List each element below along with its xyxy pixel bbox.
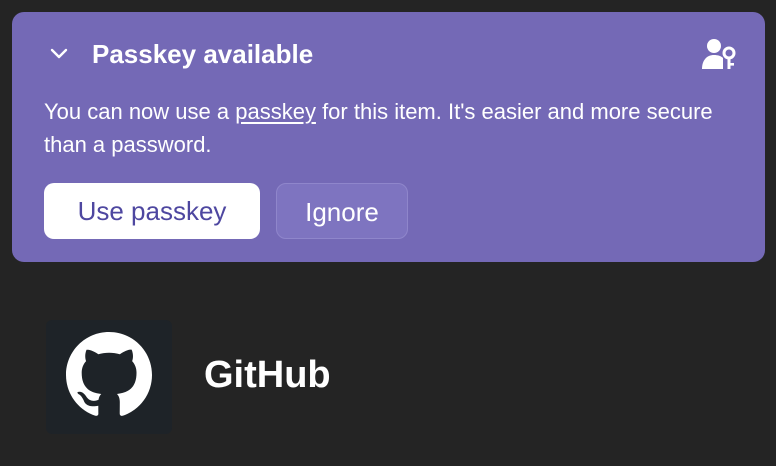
chevron-down-icon[interactable]: [48, 45, 70, 63]
use-passkey-button[interactable]: Use passkey: [44, 183, 260, 239]
app-logo-tile: [46, 320, 172, 434]
passkey-link[interactable]: passkey: [235, 99, 316, 124]
banner-message: You can now use a passkey for this item.…: [44, 95, 744, 161]
item-name: GitHub: [204, 354, 331, 396]
message-text-start: You can now use a: [44, 99, 236, 124]
github-icon: [66, 332, 152, 416]
ignore-button[interactable]: Ignore: [276, 183, 408, 239]
user-key-icon: [702, 39, 736, 69]
banner-title: Passkey available: [92, 39, 314, 69]
